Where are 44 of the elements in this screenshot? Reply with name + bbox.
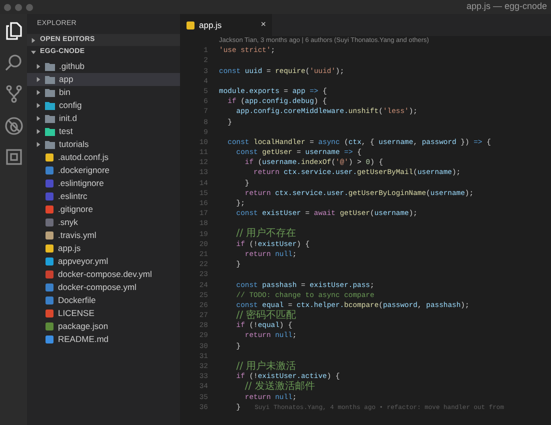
file-tree-item[interactable]: .eslintrc	[27, 190, 180, 203]
extensions-icon[interactable]	[6, 149, 22, 165]
chevron-icon[interactable]	[36, 77, 41, 82]
code-line: // 用户未激活	[235, 362, 296, 372]
chevron-icon[interactable]	[36, 116, 41, 121]
chevron-icon[interactable]	[36, 90, 41, 95]
chevron-icon[interactable]	[36, 142, 41, 147]
file-tree-item[interactable]: docker-compose.yml	[27, 281, 180, 294]
no-bug-icon[interactable]	[4, 117, 22, 135]
file-tree-item[interactable]: README.md	[27, 333, 180, 346]
file-tree-item[interactable]: package.json	[27, 320, 180, 333]
file-tree-item[interactable]: app.js	[27, 242, 180, 255]
file-tree-item[interactable]: Dockerfile	[27, 294, 180, 307]
file-tree-item[interactable]: config	[27, 99, 180, 112]
close-button[interactable]: ×	[260, 18, 266, 32]
file-tree-item[interactable]: .snyk	[27, 216, 180, 229]
file-tree-item[interactable]: LICENSE	[27, 307, 180, 320]
editor-tab[interactable]: app.js ×	[180, 14, 272, 36]
file-tree-item[interactable]: .autod.conf.js	[27, 151, 180, 164]
window-title: app.js — egg-cnode	[466, 0, 547, 14]
file-tree-item[interactable]: appveyor.yml	[27, 255, 180, 268]
file-tree-item[interactable]: .github	[27, 60, 180, 73]
code-line: // 密码不匹配	[235, 310, 296, 322]
file-tree-item[interactable]: tutorials	[27, 138, 180, 151]
file-tree-item[interactable]: .dockerignore	[27, 164, 180, 177]
file-tree-item[interactable]: app	[27, 73, 180, 86]
chevron-icon[interactable]	[31, 38, 36, 42]
code-line: // 用户不存在	[235, 229, 296, 240]
code-line: // 发送激活邮件	[244, 382, 315, 394]
file-tree-item[interactable]: .travis.yml	[27, 229, 180, 242]
file-tree-item[interactable]: init.d	[27, 112, 180, 125]
chevron-icon[interactable]	[36, 64, 41, 69]
file-tree-item[interactable]: .eslintignore	[27, 177, 180, 190]
file-tree-item[interactable]: .gitignore	[27, 203, 180, 216]
source-control-icon[interactable]	[6, 85, 22, 103]
file-tree-item[interactable]: bin	[27, 86, 180, 99]
file-tree-item[interactable]: test	[27, 125, 180, 138]
files-icon[interactable]	[6, 22, 22, 40]
search-icon[interactable]	[5, 54, 22, 71]
file-icon	[186, 20, 195, 30]
chevron-icon[interactable]	[36, 103, 41, 108]
chevron-icon[interactable]	[31, 50, 36, 54]
file-tree-item[interactable]: docker-compose.dev.yml	[27, 268, 180, 281]
chevron-icon[interactable]	[36, 129, 41, 134]
